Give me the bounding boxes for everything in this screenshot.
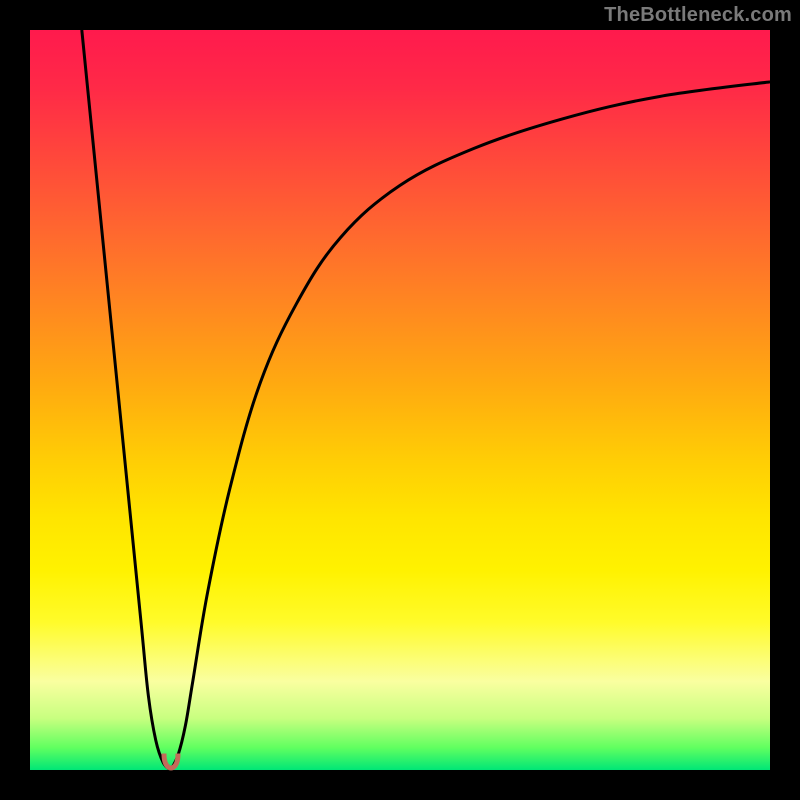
chart-frame: TheBottleneck.com	[0, 0, 800, 800]
watermark-label: TheBottleneck.com	[604, 4, 792, 27]
curve-right-branch	[171, 82, 770, 770]
plot-area	[30, 30, 770, 770]
minimum-marker-icon	[158, 752, 184, 772]
chart-canvas	[30, 30, 770, 770]
curve-left-branch	[82, 30, 171, 770]
